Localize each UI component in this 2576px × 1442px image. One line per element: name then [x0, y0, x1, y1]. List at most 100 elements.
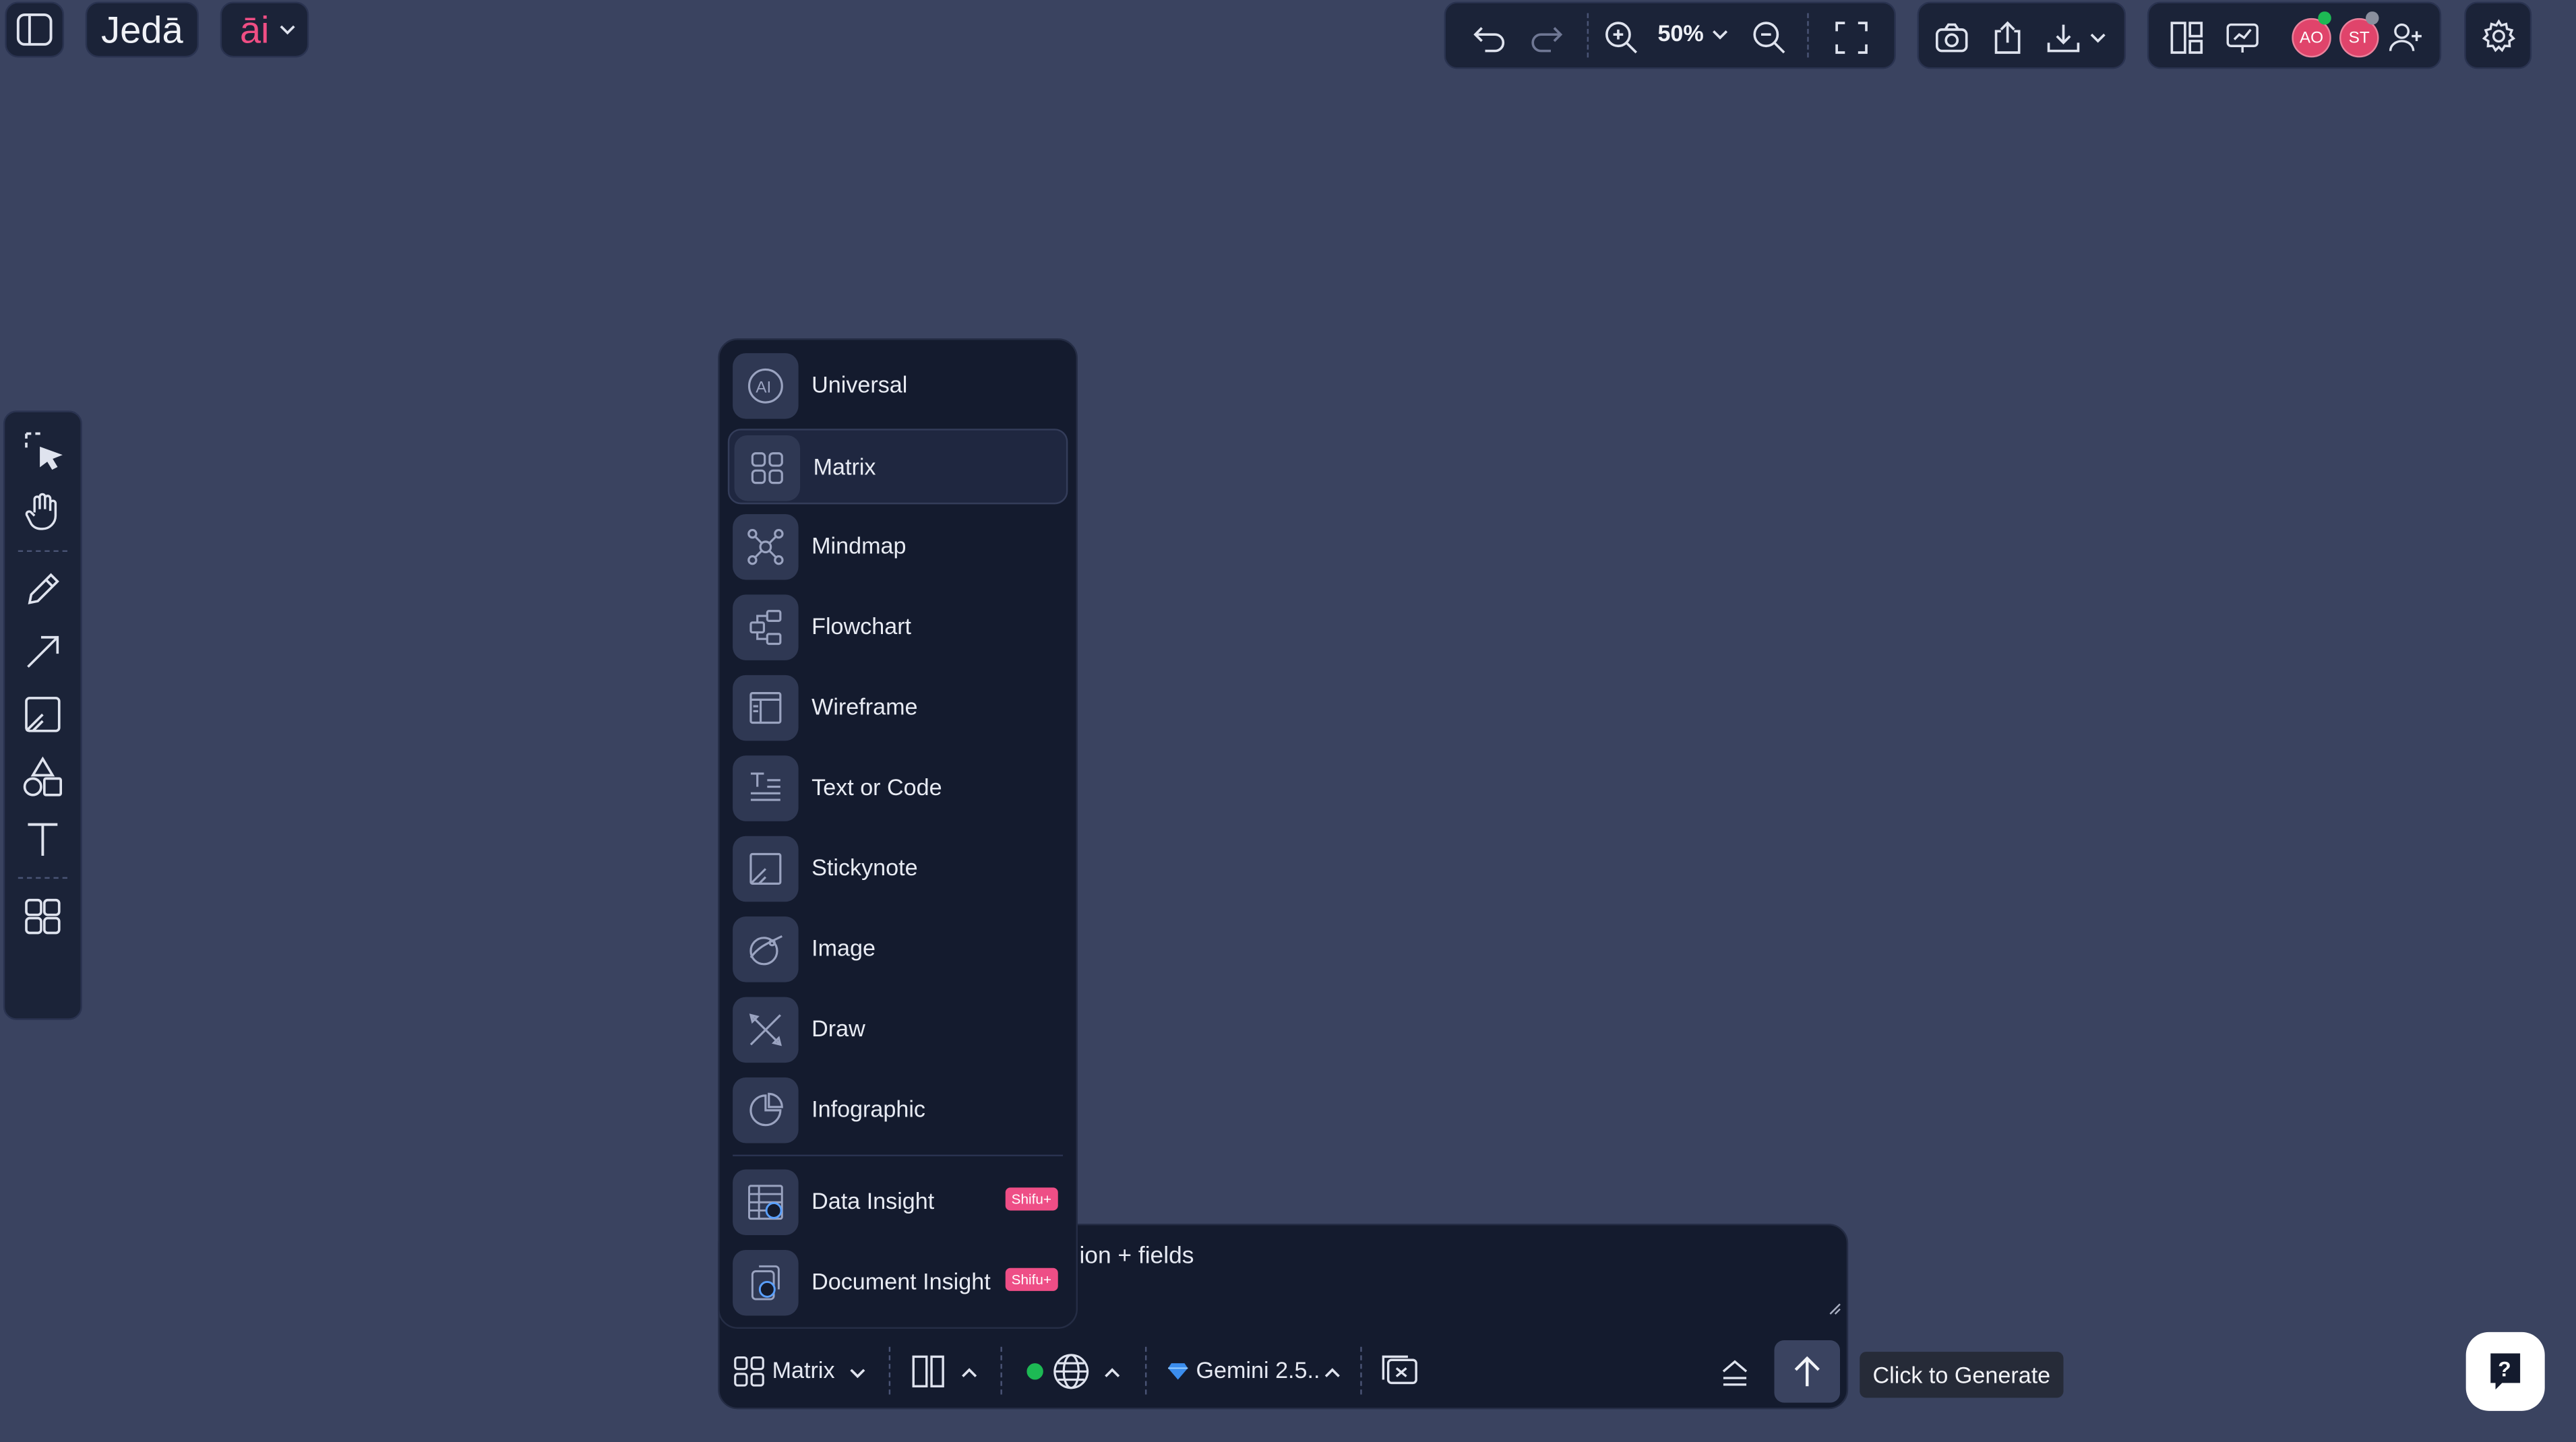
- pie-chart-icon: [746, 1091, 786, 1131]
- collapse-button[interactable]: [1717, 1356, 1753, 1389]
- select-tool[interactable]: [7, 419, 79, 482]
- menu-item-flowchart[interactable]: Flowchart: [728, 590, 1068, 665]
- menu-item-matrix[interactable]: Matrix: [727, 429, 1068, 505]
- settings-button[interactable]: [2464, 1, 2532, 69]
- generate-button[interactable]: [1774, 1340, 1840, 1403]
- sidebar-toggle-button[interactable]: [5, 1, 65, 58]
- globe-icon: [1051, 1352, 1091, 1391]
- zoom-in-icon: [1603, 20, 1640, 56]
- stickynote-icon: [746, 849, 786, 889]
- arrow-icon: [23, 632, 63, 672]
- sticky-note-icon: [23, 695, 63, 734]
- undo-button[interactable]: [1465, 13, 1514, 63]
- menu-item-label: Document Insight: [811, 1267, 991, 1294]
- tool-divider: [18, 550, 67, 552]
- mode-selector[interactable]: Matrix: [733, 1350, 871, 1393]
- screenshot-button[interactable]: [1927, 13, 1976, 63]
- sticky-note-tool[interactable]: [7, 683, 79, 746]
- chevron-up-icon: [960, 1367, 979, 1380]
- draw-icon: [746, 1010, 786, 1050]
- gear-icon: [2481, 18, 2517, 55]
- menu-item-stickynote[interactable]: Stickynote: [728, 831, 1068, 906]
- menu-item-label: Wireframe: [811, 693, 918, 720]
- chat-context-icon: [1378, 1354, 1421, 1390]
- jeda-logo[interactable]: Jedā: [85, 1, 199, 58]
- menu-item-universal[interactable]: AI Universal: [728, 348, 1068, 424]
- menu-item-label: Text or Code: [811, 774, 942, 801]
- layout-selector[interactable]: [910, 1350, 982, 1393]
- menu-item-label: Draw: [811, 1015, 865, 1042]
- help-button[interactable]: ?: [2465, 1331, 2545, 1411]
- svg-text:AI: AI: [756, 379, 771, 397]
- zoom-out-icon: [1751, 20, 1787, 56]
- online-status-dot: [2318, 11, 2331, 25]
- model-selector[interactable]: Gemini 2.5..: [1165, 1350, 1349, 1393]
- data-insight-icon: [746, 1183, 786, 1222]
- layout-icon: [910, 1354, 946, 1390]
- menu-item-mindmap[interactable]: Mindmap: [728, 509, 1068, 585]
- export-toolbar: [1917, 1, 2126, 69]
- resize-handle-icon[interactable]: [1829, 1294, 1842, 1324]
- arrow-tool[interactable]: [7, 621, 79, 683]
- menu-item-text-or-code[interactable]: Text or Code: [728, 751, 1068, 826]
- history-zoom-toolbar: 50%: [1444, 1, 1896, 69]
- shifu-plus-badge: Shifu+: [1004, 1267, 1058, 1291]
- menu-item-label: Universal: [811, 371, 908, 398]
- menu-item-label: Flowchart: [811, 613, 912, 639]
- download-icon: [2046, 22, 2082, 55]
- generate-tooltip: Click to Generate: [1860, 1352, 2064, 1398]
- select-cursor-icon: [22, 429, 64, 471]
- add-user-button[interactable]: [2382, 13, 2431, 63]
- document-insight-icon: [746, 1263, 786, 1303]
- fit-screen-button[interactable]: [1827, 13, 1876, 63]
- menu-item-data-insight[interactable]: Data Insight Shifu+: [728, 1164, 1068, 1240]
- download-button[interactable]: [2039, 13, 2088, 63]
- collapse-icon: [1717, 1356, 1753, 1389]
- menu-item-image[interactable]: Image: [728, 912, 1068, 987]
- chevron-down-icon: [1710, 28, 1729, 41]
- text-tool[interactable]: [7, 808, 79, 871]
- hand-icon: [23, 491, 63, 534]
- share-upload-button[interactable]: [1983, 13, 2032, 63]
- hand-tool[interactable]: [7, 481, 79, 544]
- menu-item-infographic[interactable]: Infographic: [728, 1073, 1068, 1148]
- zoom-in-button[interactable]: [1597, 13, 1646, 63]
- zoom-out-button[interactable]: [1745, 13, 1794, 63]
- menu-item-draw[interactable]: Draw: [728, 992, 1068, 1067]
- chevron-down-icon[interactable]: [2088, 31, 2108, 44]
- help-chat-icon: ?: [2487, 1350, 2523, 1393]
- menu-item-wireframe[interactable]: Wireframe: [728, 670, 1068, 746]
- add-user-icon: [2389, 22, 2425, 55]
- layout-panel-button[interactable]: [2162, 13, 2211, 63]
- model-label: Gemini 2.5..: [1196, 1356, 1320, 1383]
- web-search-selector[interactable]: [1024, 1350, 1126, 1393]
- mode-label: Matrix: [772, 1356, 835, 1383]
- menu-item-document-insight[interactable]: Document Insight Shifu+: [728, 1245, 1068, 1321]
- flowchart-icon: [746, 608, 786, 648]
- menu-item-label: Image: [811, 934, 876, 961]
- pen-tool[interactable]: [7, 559, 79, 621]
- pencil-icon: [23, 570, 63, 610]
- fullscreen-icon: [1833, 20, 1870, 56]
- shapes-tool[interactable]: [7, 746, 79, 809]
- menu-item-label: Infographic: [811, 1095, 925, 1122]
- undo-icon: [1472, 23, 1508, 53]
- redo-button[interactable]: [1521, 13, 1570, 63]
- tool-divider: [18, 877, 67, 879]
- grid-icon: [749, 450, 786, 487]
- left-tool-panel: [3, 410, 82, 1020]
- menu-divider: [733, 1154, 1064, 1156]
- context-attach-button[interactable]: [1378, 1354, 1421, 1393]
- templates-tool[interactable]: [7, 885, 79, 948]
- text-code-icon: [746, 769, 786, 809]
- ai-menu-button[interactable]: āi: [220, 1, 309, 58]
- generator-type-menu: AI Universal Matrix Mindmap Flowchart Wi…: [718, 338, 1078, 1329]
- offline-status-dot: [2366, 11, 2379, 25]
- mindmap-icon: [746, 527, 786, 567]
- text-icon: [23, 819, 63, 859]
- apps-grid-icon: [23, 897, 63, 937]
- shifu-plus-badge: Shifu+: [1004, 1187, 1058, 1211]
- presentation-button[interactable]: [2218, 13, 2267, 63]
- zoom-level-dropdown[interactable]: 50%: [1657, 20, 1733, 56]
- presentation-icon: [2224, 20, 2261, 56]
